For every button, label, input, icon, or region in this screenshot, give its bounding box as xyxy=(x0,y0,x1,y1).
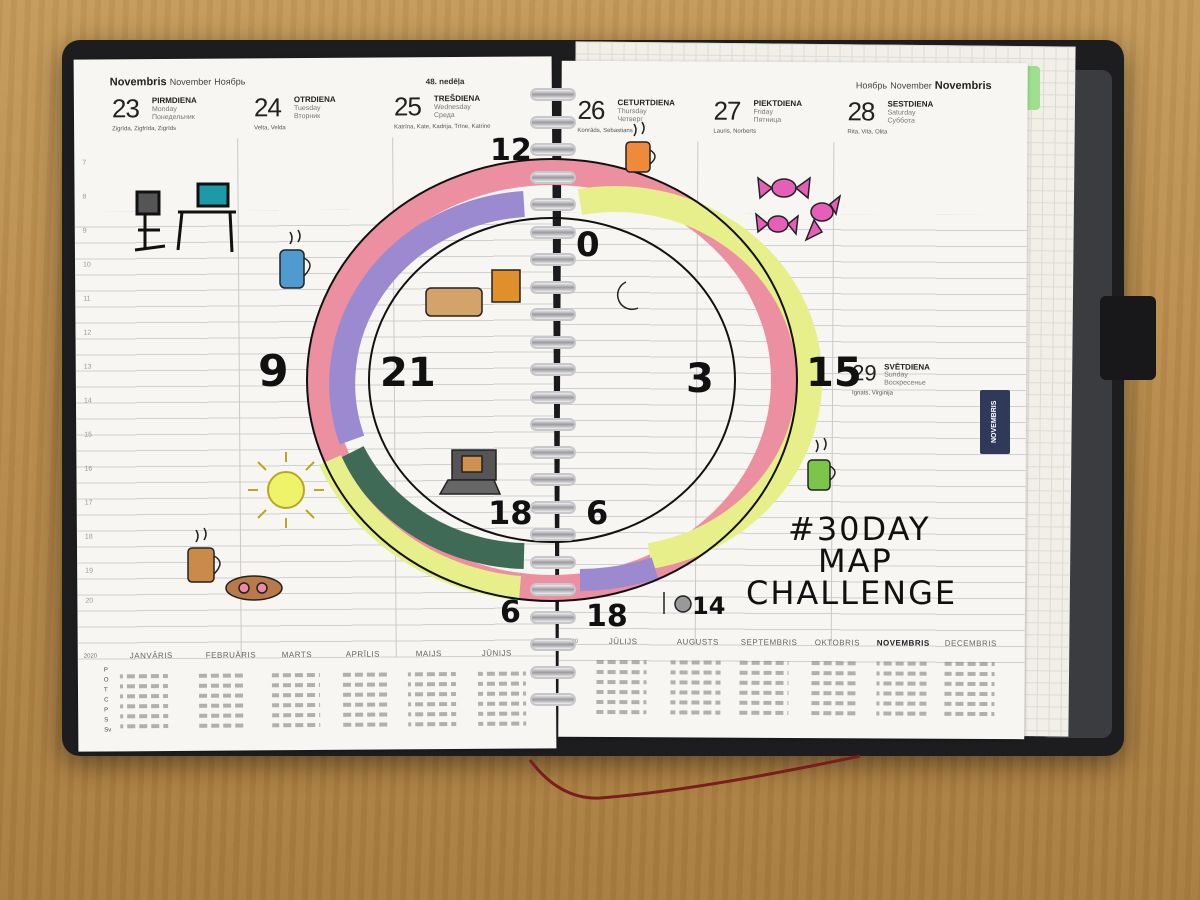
sun-icon xyxy=(248,452,324,528)
clock-number-21: 21 xyxy=(380,350,436,396)
purple-ring-band-right xyxy=(579,557,659,591)
plate-icon xyxy=(663,592,692,614)
spiral-ring xyxy=(530,170,576,184)
spiral-ring xyxy=(530,225,576,239)
spiral-ring xyxy=(530,418,576,431)
clock-number-6-inner: 6 xyxy=(586,494,608,532)
clock-number-0: 0 xyxy=(576,225,600,265)
clock-number-18-outer: 18 xyxy=(586,599,628,634)
cookie-icon xyxy=(225,575,283,601)
spiral-ring xyxy=(530,583,576,596)
spiral-ring xyxy=(530,390,576,404)
spiral-ring xyxy=(530,610,576,624)
spiral-ring xyxy=(530,88,576,101)
spiral-ring xyxy=(530,198,576,211)
coffee-mug-icon xyxy=(187,527,221,583)
clock-number-6-outer: 6 xyxy=(500,595,521,630)
clock-number-3: 3 xyxy=(686,356,714,402)
challenge-title: #30DAY MAP CHALLENGE xyxy=(746,510,957,612)
spiral-ring xyxy=(530,693,576,706)
laptop-icon xyxy=(438,449,502,495)
challenge-line-3: CHALLENGE xyxy=(746,574,957,612)
spiral-ring xyxy=(530,445,576,459)
spiral-ring xyxy=(530,363,576,376)
spiral-ring xyxy=(530,528,576,541)
spiral-ring xyxy=(530,665,576,679)
clock-number-9: 9 xyxy=(258,346,289,397)
spiral-ring xyxy=(530,500,576,514)
clock-number-12: 12 xyxy=(490,133,532,168)
spiral-ring xyxy=(530,308,576,321)
spiral-ring xyxy=(530,638,576,651)
spiral-ring xyxy=(530,253,576,266)
clock-number-18-inner: 18 xyxy=(488,494,533,532)
spiral-ring xyxy=(530,280,576,294)
tea-mug-icon xyxy=(807,437,836,491)
spiral-ring xyxy=(530,555,576,569)
ribbon-bookmark xyxy=(528,754,861,800)
mug-icon xyxy=(625,121,656,173)
meal-time-label: 14 xyxy=(692,592,725,620)
spiral-binding xyxy=(530,88,576,728)
spiral-ring xyxy=(530,143,576,156)
candy-icon xyxy=(755,176,842,242)
mug-icon xyxy=(279,229,311,289)
sofa-icon xyxy=(425,269,521,317)
moon-icon xyxy=(616,281,639,311)
spiral-ring xyxy=(530,473,576,486)
clock-number-15: 15 xyxy=(806,350,862,396)
spiral-ring xyxy=(530,335,576,349)
hand-drawn-overlay: 12 6 9 15 0 3 6 18 21 18 14 #30DAY MAP C… xyxy=(134,121,957,800)
spiral-ring xyxy=(530,115,576,129)
desk-doodle xyxy=(134,182,236,253)
